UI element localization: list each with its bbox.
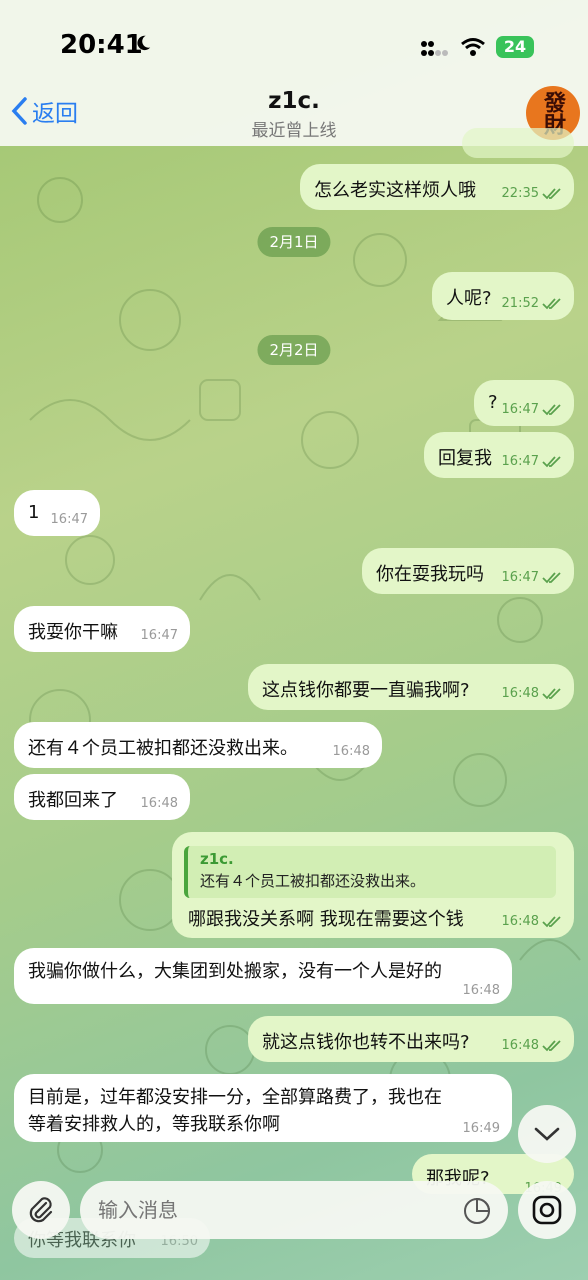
message-text: 我耍你干嘛 [28,622,118,643]
message-text: 就这点钱你也转不出来吗? [262,1032,470,1053]
message-meta: 16:48 [502,1038,562,1053]
message-text: 还有４个员工被扣都还没救出来。 [28,738,298,759]
message-bubble-out[interactable]: 回复我 16:47 [424,432,574,478]
message-time: 16:48 [332,744,370,759]
message-text: 人呢? [446,288,492,309]
clock: 20:41 [60,30,143,60]
double-check-icon [542,1039,561,1051]
message-meta: 22:35 [502,186,562,201]
message-bubble-in[interactable]: 目前是，过年都没安排一分，全部算路费了，我也在 等着安排救人的，等我联系你啊 1… [14,1074,512,1142]
message-text: 我都回来了 [28,790,118,811]
scroll-to-bottom-button[interactable] [518,1105,576,1163]
message-text-line: 目前是，过年都没安排一分，全部算路费了，我也在 [28,1087,442,1108]
message-text: 1 [28,502,40,523]
status-bar: 20:41 24 [0,0,588,88]
camera-icon [532,1195,562,1225]
double-check-icon [542,571,561,583]
attach-button[interactable] [12,1181,70,1239]
reply-quote[interactable]: z1c. 还有４个员工被扣都还没救出来。 [184,846,556,898]
message-meta: 16:48 [502,914,562,929]
chat-title[interactable]: z1c. [0,88,588,114]
wifi-icon [461,38,485,56]
message-meta: 16:47 [502,570,562,585]
message-text: 我骗你做什么，大集团到处搬家，没有一个人是好的 [28,961,442,982]
message-bubble-in[interactable]: 我骗你做什么，大集团到处搬家，没有一个人是好的 16:48 [14,948,512,1004]
message-bubble-out[interactable]: 你在耍我玩吗 16:47 [362,548,574,594]
message-bubble-in[interactable]: 我都回来了 16:48 [14,774,190,820]
camera-button[interactable] [518,1181,576,1239]
double-check-icon [542,187,561,199]
message-bubble-out[interactable]: 这点钱你都要一直骗我啊? 16:48 [248,664,574,710]
message-text: 怎么老实这样烦人哦 [314,180,476,201]
double-check-icon [542,403,561,415]
message-bubble-out[interactable]: 人呢? 21:52 [432,272,574,320]
double-check-icon [542,687,561,699]
message-meta: 21:52 [502,296,562,311]
message-bubble-in[interactable]: 还有４个员工被扣都还没救出来。 16:48 [14,722,382,768]
reply-text: 还有４个员工被扣都还没救出来。 [200,872,426,890]
message-bubble-out[interactable] [462,128,574,158]
double-check-icon [542,455,561,467]
message-time: 16:49 [462,1121,500,1136]
moon-icon [137,35,151,51]
message-bubble-out[interactable]: 怎么老实这样烦人哦 22:35 [300,164,574,210]
double-check-icon [542,915,561,927]
message-text-line: 等着安排救人的，等我联系你啊 [28,1114,280,1135]
message-text: 回复我 [438,448,492,469]
battery-indicator: 24 [496,36,534,58]
sticker-icon[interactable] [462,1196,492,1226]
message-bubble-in[interactable]: 我耍你干嘛 16:47 [14,606,190,652]
message-time: 16:47 [50,512,88,527]
paperclip-icon [29,1197,53,1223]
date-separator: 2月2日 [257,335,331,365]
message-bubble-in[interactable]: 1 16:47 [14,490,100,536]
message-text: 你在耍我玩吗 [376,564,484,585]
message-bubble-out[interactable]: ? 16:47 [474,380,574,426]
message-bubble-out-reply[interactable]: z1c. 还有４个员工被扣都还没救出来。 哪跟我没关系啊 我现在需要这个钱 16… [172,832,574,938]
message-text: ? [488,392,498,413]
message-meta: 16:48 [502,686,562,701]
message-meta: 16:47 [502,454,562,469]
message-time: 16:47 [140,628,178,643]
message-input[interactable] [80,1181,508,1239]
message-bubble-out[interactable]: 就这点钱你也转不出来吗? 16:48 [248,1016,574,1062]
date-separator: 2月1日 [257,227,331,257]
reply-author: z1c. [200,850,234,868]
composer-bar [0,1165,588,1280]
message-text: 哪跟我没关系啊 我现在需要这个钱 [188,909,464,930]
message-time: 16:48 [462,983,500,998]
message-text: 这点钱你都要一直骗我啊? [262,680,470,701]
cellular-signal-icon [421,41,448,56]
chevron-down-icon [534,1127,560,1141]
double-check-icon [542,297,561,309]
message-meta: 16:47 [502,402,562,417]
message-time: 16:48 [140,796,178,811]
